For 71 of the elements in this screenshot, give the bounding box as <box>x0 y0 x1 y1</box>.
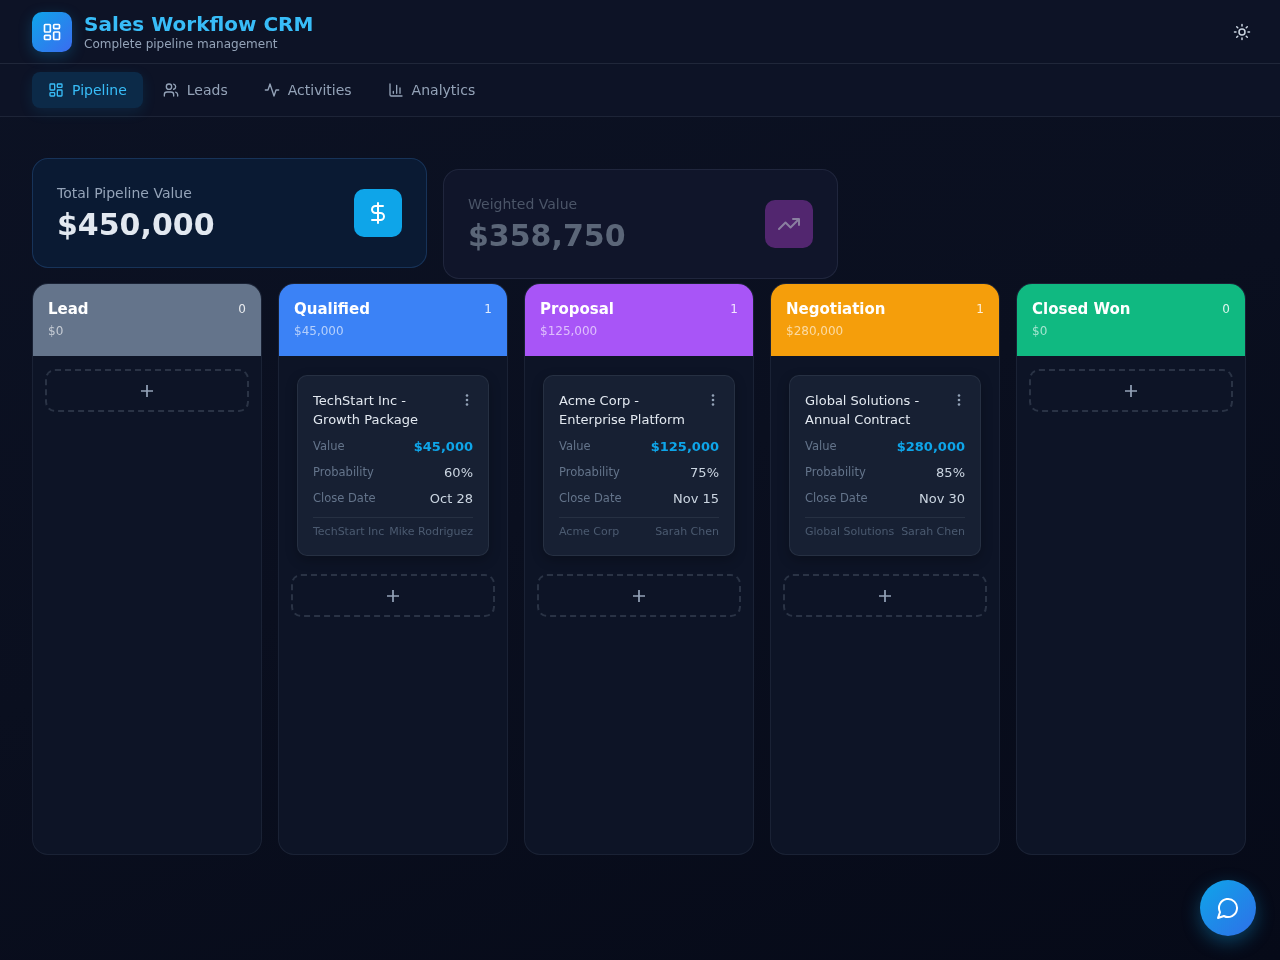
bar-chart-icon <box>387 82 404 98</box>
field-label: Close Date <box>559 491 622 505</box>
deal-card[interactable]: Acme Corp - Enterprise Platform Value $125,000 Probability 75% Close Date Nov 15 Acme Corp Sarah Chen <box>543 375 735 556</box>
field-value: Nov 15 <box>672 490 719 506</box>
field-label: Close Date <box>805 491 868 505</box>
field-value: 60% <box>444 464 473 480</box>
deal-title: TechStart Inc - Growth Package <box>313 392 420 429</box>
column-title: Qualified <box>294 300 370 318</box>
column-amount: $0 <box>48 323 65 339</box>
column-amount: $125,000 <box>540 323 599 339</box>
sun-icon <box>1233 22 1251 41</box>
deal-card[interactable]: TechStart Inc - Growth Package Value $45,000 Probability 60% Close Date Oct 28 TechStart Inc Mike Rodriguez <box>297 375 489 556</box>
plus-icon <box>141 384 153 397</box>
stat-value: $358,750 <box>468 218 626 254</box>
grid-icon <box>48 82 64 98</box>
pulse-line-icon <box>263 82 280 98</box>
field-label: Value <box>313 439 345 453</box>
column-title: Lead <box>48 300 89 318</box>
column-title: Proposal <box>540 300 614 318</box>
deal-owner: Sarah Chen <box>655 524 719 540</box>
field-label: Probability <box>559 465 620 479</box>
vertical-dots-icon[interactable] <box>711 394 715 406</box>
column-title: Closed Won <box>1032 300 1131 318</box>
stat-label: Weighted Value <box>468 195 579 214</box>
column-amount: $0 <box>1032 323 1049 339</box>
plus-icon <box>387 589 399 602</box>
deal-title: Acme Corp - Enterprise Platform <box>559 392 686 429</box>
field-value: $125,000 <box>650 438 719 454</box>
field-value: $280,000 <box>896 438 965 454</box>
app-title: Sales Workflow CRM <box>84 11 314 36</box>
plus-icon <box>1125 384 1137 397</box>
column-amount: $45,000 <box>294 323 345 339</box>
nav-tab[interactable]: Pipeline <box>32 72 143 108</box>
app-subtitle: Complete pipeline management <box>84 35 279 52</box>
deal-company: Global Solutions <box>805 524 895 540</box>
deal-owner: Mike Rodriguez <box>389 524 473 540</box>
deal-company: TechStart Inc <box>313 524 385 540</box>
field-value: $45,000 <box>413 438 473 454</box>
field-label: Close Date <box>313 491 376 505</box>
field-value: Nov 30 <box>918 490 965 506</box>
chat-button[interactable] <box>1200 880 1256 936</box>
deal-title: Global Solutions - Annual Contract <box>805 392 921 429</box>
column-amount: $280,000 <box>786 323 845 339</box>
nav-tab[interactable]: Leads <box>146 72 244 108</box>
field-value: Oct 28 <box>429 490 473 506</box>
users-icon <box>162 82 179 98</box>
column-title: Negotiation <box>786 300 886 318</box>
stat-label: Total Pipeline Value <box>57 184 193 203</box>
field-label: Value <box>559 439 591 453</box>
deal-company: Acme Corp <box>559 524 620 540</box>
column-count: 0 <box>1222 302 1230 316</box>
column-count: 1 <box>484 302 492 316</box>
deal-card[interactable]: Global Solutions - Annual Contract Value $280,000 Probability 85% Close Date Nov 30 Global Solutions Sarah Chen <box>789 375 981 556</box>
column-count: 0 <box>238 302 246 316</box>
nav-tab[interactable]: Analytics <box>371 72 492 108</box>
chat-bubble-icon <box>1217 897 1239 919</box>
field-value: 75% <box>690 464 719 480</box>
field-label: Probability <box>805 465 866 479</box>
stat-value: $450,000 <box>57 207 215 243</box>
field-label: Probability <box>313 465 374 479</box>
column-count: 1 <box>730 302 738 316</box>
field-value: 85% <box>936 464 965 480</box>
plus-icon <box>633 589 645 602</box>
deal-owner: Sarah Chen <box>901 524 965 540</box>
column-count: 1 <box>976 302 984 316</box>
vertical-dots-icon[interactable] <box>957 394 961 406</box>
nav-tab[interactable]: Activities <box>247 72 368 108</box>
vertical-dots-icon[interactable] <box>465 394 469 406</box>
app-logo-icon <box>32 11 72 52</box>
field-label: Value <box>805 439 837 453</box>
plus-icon <box>879 589 891 602</box>
